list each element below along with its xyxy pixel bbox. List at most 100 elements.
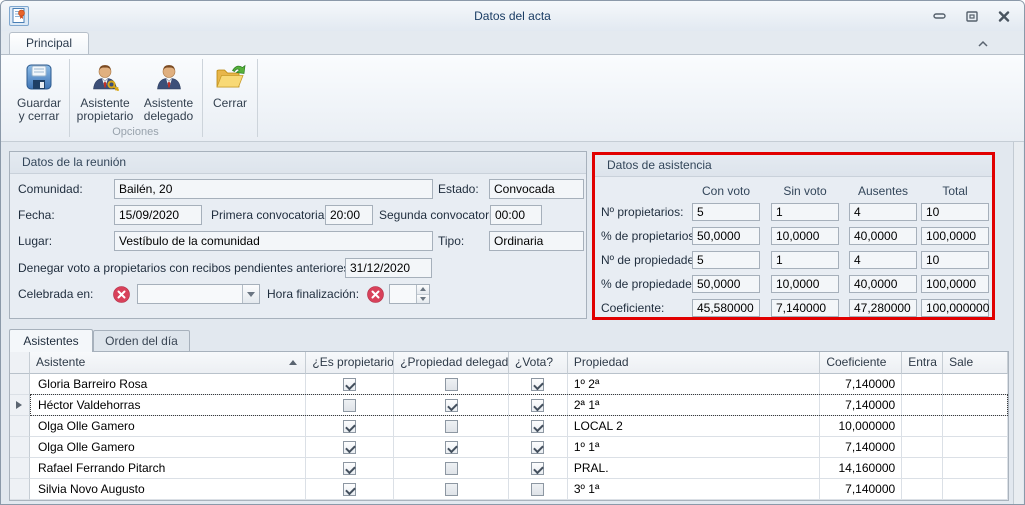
tab-principal[interactable]: Principal (9, 32, 89, 54)
es-propietario-cell[interactable] (306, 416, 394, 437)
comunidad-field[interactable]: Bailén, 20 (114, 179, 433, 199)
entra-cell[interactable] (902, 416, 943, 437)
fecha-field[interactable]: 15/09/2020 (114, 205, 202, 225)
attendance-value-r1-c2[interactable]: 1 (771, 203, 839, 221)
minimize-button[interactable] (932, 10, 948, 23)
vota-cell[interactable] (509, 395, 568, 416)
propiedad-cell[interactable]: 1º 2ª (568, 374, 821, 395)
entra-cell[interactable] (902, 479, 943, 500)
spin-up-icon[interactable] (417, 285, 429, 294)
attendance-value-r3-c3[interactable]: 4 (849, 251, 917, 269)
row-indicator[interactable] (10, 437, 30, 458)
asistente-delegado-button[interactable]: Asistentedelegado (138, 58, 199, 136)
attendance-value-r4-c2[interactable]: 10,0000 (771, 275, 839, 293)
estado-field[interactable]: Convocada (489, 179, 584, 199)
sale-cell[interactable] (943, 395, 1008, 416)
es-propietario-cell[interactable] (306, 458, 394, 479)
grid-col-header-3[interactable]: ¿Propiedad delegada? (394, 352, 509, 374)
collapse-ribbon-icon[interactable] (974, 37, 992, 51)
propiedad-delegada-checkbox[interactable] (445, 420, 458, 433)
propiedad-delegada-cell[interactable] (394, 416, 509, 437)
vota-cell[interactable] (509, 416, 568, 437)
asistente-cell[interactable]: Héctor Valdehorras (30, 395, 306, 416)
vota-checkbox[interactable] (531, 441, 544, 454)
propiedad-delegada-checkbox[interactable] (445, 399, 458, 412)
grid-col-header-2[interactable]: ¿Es propietario? (306, 352, 394, 374)
form-scrollbar[interactable] (1013, 142, 1023, 505)
vota-checkbox[interactable] (531, 462, 544, 475)
coeficiente-cell[interactable]: 14,160000 (820, 458, 902, 479)
attendance-value-r1-c1[interactable]: 5 (692, 203, 760, 221)
vota-checkbox[interactable] (531, 399, 544, 412)
row-indicator[interactable] (10, 458, 30, 479)
es-propietario-checkbox[interactable] (343, 399, 356, 412)
primera-convocatoria-field[interactable]: 20:00 (325, 205, 373, 225)
row-indicator[interactable] (10, 416, 30, 437)
attendance-value-r2-c4[interactable]: 100,0000 (921, 227, 989, 245)
propiedad-cell[interactable]: 3º 1ª (568, 479, 821, 500)
attendance-value-r4-c3[interactable]: 40,0000 (849, 275, 917, 293)
tab-asistentes[interactable]: Asistentes (9, 329, 93, 352)
grid-row-5[interactable]: Rafael Ferrando Pitarch PRAL.14,160000 (10, 458, 1008, 479)
tab-orden-del-dia[interactable]: Orden del día (93, 330, 190, 352)
vota-checkbox[interactable] (531, 420, 544, 433)
propiedad-cell[interactable]: LOCAL 2 (568, 416, 821, 437)
spin-down-icon[interactable] (417, 294, 429, 304)
coeficiente-cell[interactable]: 7,140000 (820, 374, 902, 395)
celebrada-en-combobox[interactable] (137, 284, 260, 304)
coeficiente-cell[interactable]: 7,140000 (820, 437, 902, 458)
grid-col-header-8[interactable]: Sale (943, 352, 1008, 374)
es-propietario-cell[interactable] (306, 479, 394, 500)
sale-cell[interactable] (943, 458, 1008, 479)
grid-row-6[interactable]: Silvia Novo Augusto3º 1ª7,140000 (10, 479, 1008, 500)
grid-col-header-5[interactable]: Propiedad (568, 352, 820, 374)
propiedad-delegada-cell[interactable] (394, 395, 509, 416)
propiedad-cell[interactable]: PRAL. (568, 458, 821, 479)
es-propietario-checkbox[interactable] (343, 462, 356, 475)
row-indicator[interactable] (10, 395, 30, 416)
coeficiente-cell[interactable]: 7,140000 (820, 395, 902, 416)
grid-row-2[interactable]: Héctor Valdehorras 2ª 1ª7,140000 (10, 395, 1008, 416)
asistente-cell[interactable]: Silvia Novo Augusto (30, 479, 306, 500)
attendance-value-r4-c1[interactable]: 50,0000 (692, 275, 760, 293)
attendance-value-r1-c4[interactable]: 10 (921, 203, 989, 221)
attendance-value-r2-c1[interactable]: 50,0000 (692, 227, 760, 245)
entra-cell[interactable] (902, 437, 943, 458)
es-propietario-cell[interactable] (306, 395, 394, 416)
attendance-value-r5-c3[interactable]: 47,280000 (849, 299, 917, 317)
propiedad-delegada-cell[interactable] (394, 479, 509, 500)
propiedad-delegada-cell[interactable] (394, 374, 509, 395)
es-propietario-checkbox[interactable] (343, 378, 356, 391)
vota-checkbox[interactable] (531, 378, 544, 391)
es-propietario-cell[interactable] (306, 437, 394, 458)
attendance-value-r3-c1[interactable]: 5 (692, 251, 760, 269)
sale-cell[interactable] (943, 416, 1008, 437)
grid-col-header-4[interactable]: ¿Vota? (509, 352, 568, 374)
attendance-value-r5-c2[interactable]: 7,140000 (771, 299, 839, 317)
propiedad-delegada-checkbox[interactable] (445, 378, 458, 391)
entra-cell[interactable] (902, 395, 943, 416)
propiedad-delegada-checkbox[interactable] (445, 483, 458, 496)
grid-row-1[interactable]: Gloria Barreiro Rosa1º 2ª7,140000 (10, 374, 1008, 395)
grid-row-3[interactable]: Olga Olle GameroLOCAL 210,000000 (10, 416, 1008, 437)
vota-cell[interactable] (509, 458, 568, 479)
tipo-field[interactable]: Ordinaria (489, 231, 584, 251)
row-indicator[interactable] (10, 374, 30, 395)
propiedad-delegada-cell[interactable] (394, 458, 509, 479)
attendance-value-r5-c4[interactable]: 100,000000 (921, 299, 989, 317)
grid-col-header-6[interactable]: Coeficiente (820, 352, 902, 374)
coeficiente-cell[interactable]: 10,000000 (820, 416, 902, 437)
propiedad-delegada-checkbox[interactable] (445, 441, 458, 454)
asistente-cell[interactable]: Rafael Ferrando Pitarch (30, 458, 306, 479)
vota-checkbox[interactable] (531, 483, 544, 496)
grid-col-header-1[interactable]: Asistente (30, 352, 306, 374)
es-propietario-checkbox[interactable] (343, 441, 356, 454)
vota-cell[interactable] (509, 437, 568, 458)
attendance-value-r1-c3[interactable]: 4 (849, 203, 917, 221)
row-indicator[interactable] (10, 479, 30, 500)
combo-dropdown-icon[interactable] (242, 285, 259, 303)
attendance-value-r2-c2[interactable]: 10,0000 (771, 227, 839, 245)
propiedad-cell[interactable]: 2ª 1ª (568, 395, 821, 416)
es-propietario-checkbox[interactable] (343, 420, 356, 433)
grid-row-4[interactable]: Olga Olle Gamero1º 1ª7,140000 (10, 437, 1008, 458)
